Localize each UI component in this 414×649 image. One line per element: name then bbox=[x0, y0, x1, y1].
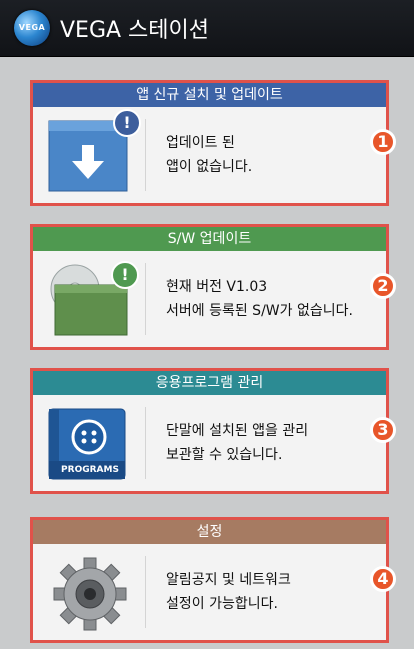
card-description: 단말에 설치된 앱을 관리 보관할 수 있습니다. bbox=[166, 419, 308, 467]
description-line-1: 알림공지 및 네트워크 bbox=[166, 572, 291, 588]
description-line-1: 현재 버전 V1.03 bbox=[166, 279, 268, 295]
divider bbox=[145, 263, 146, 335]
description-line-1: 단말에 설치된 앱을 관리 bbox=[166, 423, 309, 439]
app-title: VEGA 스테이션 bbox=[60, 18, 210, 43]
description-line-2: 앱이 없습니다. bbox=[166, 159, 253, 175]
card-program-management[interactable]: 응용프로그램 관리 PROGRAMS 단말에 설치된 앱을 관리 보관할 수 있… bbox=[30, 368, 396, 494]
alert-icon: ! bbox=[113, 109, 141, 137]
gear-icon bbox=[45, 552, 135, 632]
card-header: 앱 신규 설치 및 업데이트 bbox=[33, 83, 386, 107]
card-header: 응용프로그램 관리 bbox=[33, 371, 386, 395]
card-app-update[interactable]: 앱 신규 설치 및 업데이트 ! 업데이트 된 앱이 없습니다. 1 bbox=[30, 80, 396, 206]
description-line-1: 업데이트 된 bbox=[166, 135, 235, 151]
software-package-icon: ! bbox=[45, 259, 139, 339]
description-line-2: 보관할 수 있습니다. bbox=[166, 447, 283, 463]
card-description: 업데이트 된 앱이 없습니다. bbox=[166, 131, 252, 179]
divider bbox=[145, 119, 146, 191]
main-content: 앱 신규 설치 및 업데이트 ! 업데이트 된 앱이 없습니다. 1 S/W 업… bbox=[0, 57, 414, 649]
logo-text: VEGA bbox=[18, 23, 46, 32]
card-description: 현재 버전 V1.03 서버에 등록된 S/W가 없습니다. bbox=[166, 275, 353, 323]
download-icon: ! bbox=[45, 109, 141, 195]
alert-icon: ! bbox=[111, 261, 139, 289]
divider bbox=[145, 556, 146, 628]
step-badge-4: 4 bbox=[370, 566, 396, 592]
card-header: S/W 업데이트 bbox=[33, 227, 386, 251]
step-badge-3: 3 bbox=[370, 417, 396, 443]
card-sw-update[interactable]: S/W 업데이트 ! 현재 버전 V1.03 서버에 등록된 S/W가 없습니다… bbox=[30, 224, 396, 350]
step-badge-2: 2 bbox=[370, 273, 396, 299]
description-line-2: 설정이 가능합니다. bbox=[166, 596, 278, 612]
description-line-2: 서버에 등록된 S/W가 없습니다. bbox=[166, 303, 353, 319]
title-bar: VEGA VEGA 스테이션 bbox=[0, 0, 414, 57]
card-settings[interactable]: 설정 알림공지 및 네트워크 설정이 가능합니다. 4 bbox=[30, 517, 396, 643]
divider bbox=[145, 407, 146, 479]
card-description: 알림공지 및 네트워크 설정이 가능합니다. bbox=[166, 568, 291, 616]
step-badge-1: 1 bbox=[370, 129, 396, 155]
vega-logo-icon: VEGA bbox=[14, 10, 50, 46]
card-header: 설정 bbox=[33, 520, 386, 544]
programs-icon: PROGRAMS bbox=[45, 403, 135, 483]
programs-label: PROGRAMS bbox=[61, 465, 119, 475]
